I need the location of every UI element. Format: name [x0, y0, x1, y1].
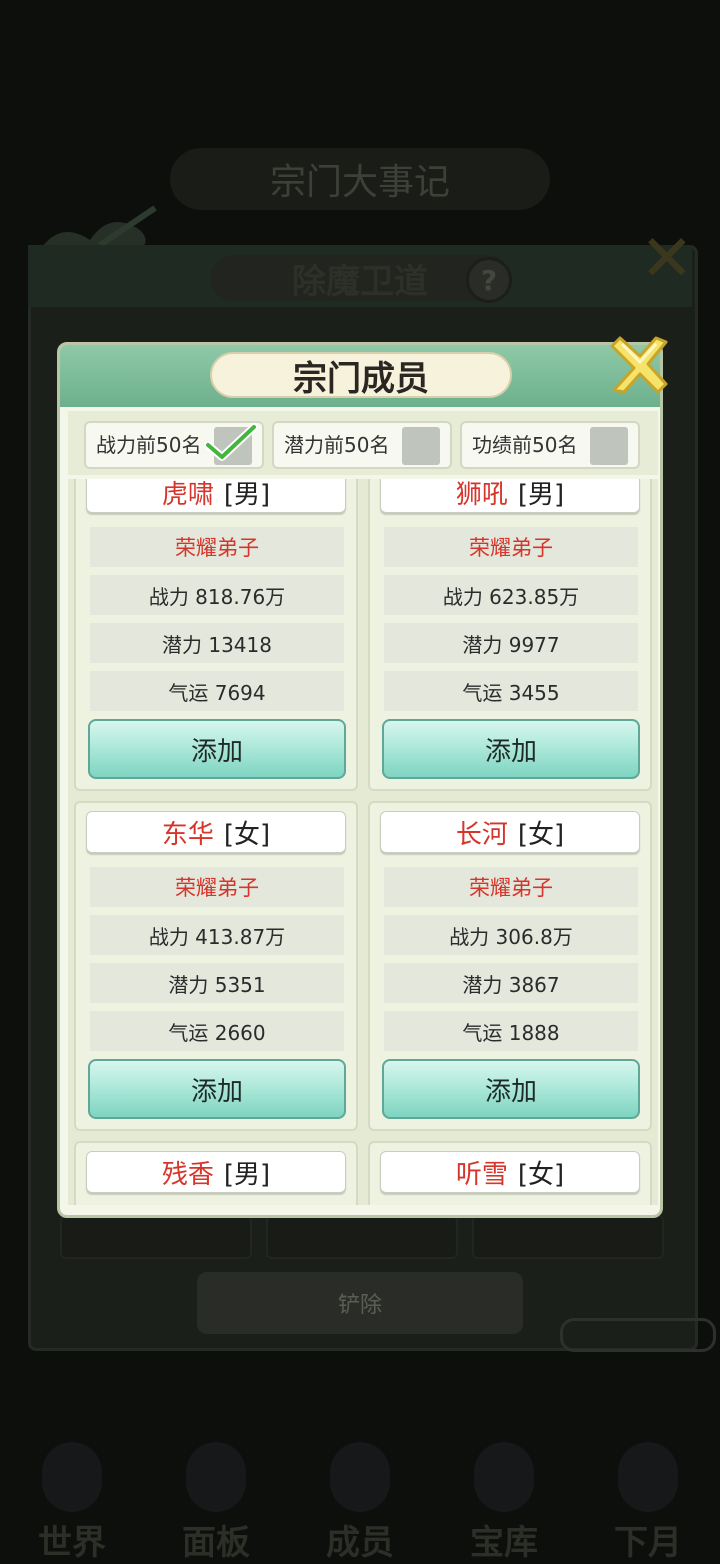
member-power: 战力 306.8万 [384, 915, 638, 955]
member-luck: 气运 2660 [90, 1011, 344, 1051]
member-name: 听雪 [455, 1159, 508, 1190]
event-log-banner: 宗门大事记 [170, 148, 550, 210]
member-card: 东华 [女] 荣耀弟子 战力 413.87万 潜力 5351 气运 2660 添… [74, 801, 358, 1131]
filter-top-potential-label: 潜力前50名 [284, 433, 390, 457]
member-name-bar: 狮吼 [男] [380, 479, 640, 513]
member-luck: 气运 7694 [90, 671, 344, 711]
filter-top-potential[interactable]: 潜力前50名 [272, 421, 452, 469]
member-list[interactable]: 虎啸 [男] 荣耀弟子 战力 818.76万 潜力 13418 气运 7694 … [68, 479, 658, 1205]
nav-members-label: 成员 [326, 1523, 394, 1563]
help-icon[interactable]: ? [466, 257, 512, 303]
add-member-button[interactable]: 添加 [382, 719, 640, 779]
member-rank: 荣耀弟子 [384, 527, 638, 567]
background-panel-title: 除魔卫道 [210, 255, 510, 302]
filter-top-merit-checkbox[interactable] [590, 427, 628, 465]
member-card: 虎啸 [男] 荣耀弟子 战力 818.76万 潜力 13418 气运 7694 … [74, 479, 358, 791]
member-name: 长河 [455, 819, 508, 850]
member-name-bar: 残香 [男] [86, 1151, 346, 1193]
dialog-header: 宗门成员 [60, 345, 660, 407]
filter-top-power-checkbox[interactable] [204, 423, 258, 465]
filter-top-potential-checkbox[interactable] [402, 427, 440, 465]
member-gender: [女] [517, 1159, 565, 1190]
background-slot [60, 1215, 252, 1259]
member-luck: 气运 1888 [384, 1011, 638, 1051]
background-slot [266, 1215, 458, 1259]
member-card: 狮吼 [男] 荣耀弟子 战力 623.85万 潜力 9977 气运 3455 添… [368, 479, 652, 791]
nav-next-month[interactable]: 下月 [576, 1420, 720, 1563]
background-slot [472, 1215, 664, 1259]
member-name-bar: 东华 [女] [86, 811, 346, 853]
member-power: 战力 818.76万 [90, 575, 344, 615]
member-power: 战力 623.85万 [384, 575, 638, 615]
nav-panel[interactable]: 面板 [144, 1420, 288, 1563]
member-name: 残香 [161, 1159, 214, 1190]
member-rank: 荣耀弟子 [90, 867, 344, 907]
member-gender: [女] [517, 819, 565, 850]
member-luck: 气运 3455 [384, 671, 638, 711]
add-member-button[interactable]: 添加 [88, 719, 346, 779]
nav-members[interactable]: 成员 [288, 1420, 432, 1563]
member-card: 听雪 [女] [368, 1141, 652, 1205]
member-name: 虎啸 [161, 479, 214, 510]
member-potential: 潜力 13418 [90, 623, 344, 663]
member-power: 战力 413.87万 [90, 915, 344, 955]
member-card: 长河 [女] 荣耀弟子 战力 306.8万 潜力 3867 气运 1888 添加 [368, 801, 652, 1131]
member-gender: [男] [223, 479, 271, 510]
filter-top-power[interactable]: 战力前50名 [84, 421, 264, 469]
treasury-icon [474, 1442, 534, 1512]
member-name-bar: 长河 [女] [380, 811, 640, 853]
add-member-button[interactable]: 添加 [382, 1059, 640, 1119]
member-name: 狮吼 [455, 479, 508, 510]
member-potential: 潜力 9977 [384, 623, 638, 663]
filter-top-power-label: 战力前50名 [96, 433, 202, 457]
bottom-navigation: 世界 面板 成员 宝库 下月 [0, 1420, 720, 1563]
member-name-bar: 虎啸 [男] [86, 479, 346, 513]
member-gender: [男] [223, 1159, 271, 1190]
nav-world[interactable]: 世界 [0, 1420, 144, 1563]
world-icon [42, 1442, 102, 1512]
scroll-decoration-icon [560, 1318, 716, 1352]
filter-bar: 战力前50名 潜力前50名 功绩前50名 [68, 411, 658, 475]
background-close-icon[interactable]: ✕ [640, 222, 694, 296]
member-gender: [女] [223, 819, 271, 850]
member-potential: 潜力 3867 [384, 963, 638, 1003]
sect-members-dialog: 宗门成员 战力前50名 潜力前50名 功绩前50名 虎啸 [男] 荣耀弟子 战力… [57, 342, 663, 1218]
filter-top-merit-label: 功绩前50名 [472, 433, 578, 457]
member-rank: 荣耀弟子 [384, 867, 638, 907]
filter-top-merit[interactable]: 功绩前50名 [460, 421, 640, 469]
close-icon[interactable] [606, 334, 670, 398]
nav-treasury-label: 宝库 [470, 1523, 538, 1563]
member-potential: 潜力 5351 [90, 963, 344, 1003]
members-icon [330, 1442, 390, 1512]
member-gender: [男] [517, 479, 565, 510]
panel-icon [186, 1442, 246, 1512]
event-log-title: 宗门大事记 [269, 162, 450, 203]
remove-button[interactable]: 铲除 [197, 1272, 523, 1334]
nav-treasury[interactable]: 宝库 [432, 1420, 576, 1563]
member-name-bar: 听雪 [女] [380, 1151, 640, 1193]
nav-next-month-label: 下月 [614, 1523, 682, 1563]
member-name: 东华 [161, 819, 214, 850]
member-card: 残香 [男] [74, 1141, 358, 1205]
nav-panel-label: 面板 [182, 1523, 250, 1563]
checkmark-icon [204, 423, 258, 461]
nav-world-label: 世界 [38, 1523, 106, 1563]
member-rank: 荣耀弟子 [90, 527, 344, 567]
add-member-button[interactable]: 添加 [88, 1059, 346, 1119]
dialog-title: 宗门成员 [210, 352, 512, 399]
moon-icon [618, 1442, 678, 1512]
